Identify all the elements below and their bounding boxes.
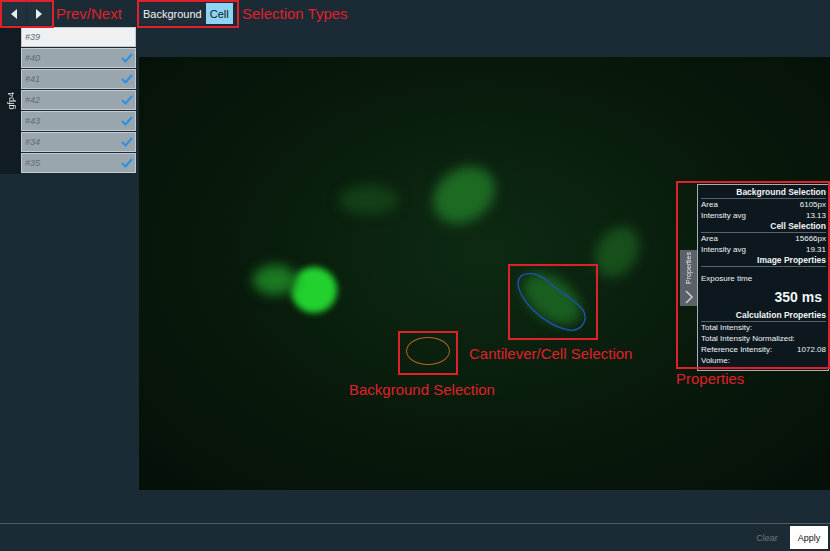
background-selection-outline[interactable] — [406, 337, 450, 365]
annotation-box — [508, 264, 598, 340]
selection-type-button[interactable]: Background — [139, 3, 206, 24]
image-list-item[interactable]: #34 — [21, 132, 136, 152]
bottom-bar: ClearApply — [0, 523, 830, 551]
app-window: BackgroundCellgfp4#39#40#41#42#43#34#35P… — [0, 0, 830, 551]
cell-blob — [586, 219, 648, 286]
annotation-box — [137, 0, 239, 28]
annotation-label: Selection Types — [242, 5, 348, 22]
property-row: Intensity avg19.31 — [701, 244, 826, 255]
section-title: Image Properties — [701, 255, 826, 267]
cell-blob — [339, 185, 399, 215]
group-label: gfp4 — [0, 27, 21, 174]
cell-blob — [253, 265, 297, 295]
cell-selection-outline[interactable] — [513, 270, 589, 336]
action-button[interactable]: Clear — [748, 526, 786, 549]
section-title: Cell Selection — [701, 221, 826, 233]
prev-icon — [9, 8, 19, 20]
next-icon — [34, 8, 44, 20]
check-icon — [121, 95, 133, 105]
image-list-item[interactable]: #40 — [21, 48, 136, 68]
annotation-box — [676, 181, 830, 369]
annotation-label: Properties — [676, 370, 744, 387]
section-title: Background Selection — [701, 187, 826, 199]
properties-content: Background SelectionArea6105pxIntensity … — [697, 184, 829, 371]
microscope-image[interactable]: PropertiesBackground SelectionArea6105px… — [139, 57, 830, 490]
section-title: Calculation Properties — [701, 310, 826, 322]
annotation-box — [398, 331, 458, 375]
chevron-icon — [684, 290, 694, 304]
image-list-item[interactable]: #39 — [21, 27, 136, 47]
property-row: Area6105px — [701, 199, 826, 210]
annotation-label: Cantilever/Cell Selection — [469, 345, 632, 362]
selection-types: BackgroundCell — [139, 3, 233, 24]
check-icon — [121, 116, 133, 126]
image-list-item[interactable]: #35 — [21, 153, 136, 173]
properties-tab[interactable]: Properties — [680, 250, 697, 306]
toolbar: BackgroundCell — [0, 0, 830, 27]
check-icon — [121, 158, 133, 168]
selection-type-button[interactable]: Cell — [206, 3, 233, 24]
check-icon — [121, 53, 133, 63]
property-row: Area15666px — [701, 233, 826, 244]
action-button[interactable]: Apply — [790, 526, 828, 549]
sidebar: gfp4#39#40#41#42#43#34#35 — [0, 27, 139, 174]
cell-blob — [422, 155, 506, 235]
next-button[interactable] — [27, 2, 51, 25]
exposure-value: 350 ms — [701, 287, 822, 307]
properties-panel: PropertiesBackground SelectionArea6105px… — [680, 184, 829, 371]
property-row: Total Intensity Normalized: — [701, 333, 826, 344]
property-row: Volume: — [701, 355, 826, 366]
property-row: Reference Intensity:1072.08 — [701, 344, 826, 355]
image-list-item[interactable]: #41 — [21, 69, 136, 89]
annotation-label: Prev/Next — [56, 5, 122, 22]
image-list: #39#40#41#42#43#34#35 — [21, 27, 136, 174]
property-row: Total Intensity: — [701, 322, 826, 333]
annotation-box — [0, 0, 54, 28]
cell-blob — [291, 267, 337, 313]
image-panel: PropertiesBackground SelectionArea6105px… — [139, 27, 830, 523]
nav-buttons — [2, 2, 51, 25]
main-area: gfp4#39#40#41#42#43#34#35PropertiesBackg… — [0, 27, 830, 523]
left-column: gfp4#39#40#41#42#43#34#35 — [0, 27, 139, 523]
annotation-label: Background Selection — [349, 381, 495, 398]
prev-button[interactable] — [2, 2, 26, 25]
image-list-item[interactable]: #43 — [21, 111, 136, 131]
check-icon — [121, 137, 133, 147]
image-list-item[interactable]: #42 — [21, 90, 136, 110]
check-icon — [121, 74, 133, 84]
property-row: Intensity avg13.13 — [701, 210, 826, 221]
exposure-label: Exposure time — [701, 273, 826, 284]
